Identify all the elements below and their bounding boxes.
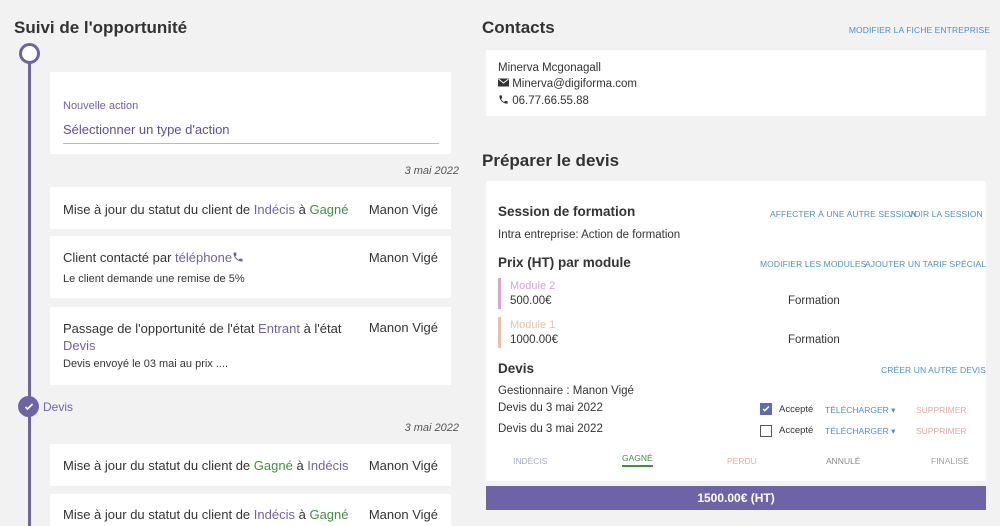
stage-label: Devis [43, 400, 74, 414]
module-color-bar [498, 317, 501, 348]
devis-row-label: Devis du 3 mai 2022 [498, 423, 603, 435]
action-type-select[interactable]: Sélectionner un type d'action [63, 122, 439, 144]
contact-email-row: Minerva@digiforma.com [498, 78, 637, 90]
delete-button[interactable]: SUPPRIMER [916, 426, 967, 436]
contact-phone-row: 06.77.66.55.88 [498, 94, 589, 107]
contact-email[interactable]: Minerva@digiforma.com [512, 78, 637, 90]
check-icon [18, 396, 39, 417]
accepted-checkbox[interactable] [760, 403, 772, 415]
right-panel: Contacts MODIFIER LA FICHE ENTREPRISE Mi… [482, 0, 990, 526]
module-name: Module 1 [510, 319, 556, 331]
create-devis-link[interactable]: CRÉER UN AUTRE DEVIS [881, 365, 986, 375]
devis-heading: Devis [498, 361, 535, 376]
phone-icon [498, 95, 509, 107]
timeline-date: 3 mai 2022 [404, 165, 459, 177]
entry-text: Mise à jour du statut du client de Indéc… [63, 507, 349, 522]
entry-note: Devis envoyé le 03 mai au prix .... [63, 358, 229, 370]
entry-user: Manon Vigé [368, 320, 438, 335]
entry-user: Manon Vigé [368, 458, 438, 473]
session-text: Intra entreprise: Action de formation [498, 229, 681, 241]
status-step-indecis[interactable]: INDÉCIS [513, 456, 547, 466]
delete-button[interactable]: SUPPRIMER [916, 405, 967, 415]
timeline-date: 3 mai 2022 [404, 422, 459, 434]
contact-card: Minerva Mcgonagall Minerva@digiforma.com… [486, 50, 986, 116]
entry-user: Manon Vigé [368, 507, 438, 522]
module-price: 500.00€ [510, 295, 552, 307]
module-type: Formation [788, 334, 840, 346]
download-button[interactable]: TÉLÉCHARGER ▾ [825, 426, 895, 437]
special-price-link[interactable]: AJOUTER UN TARIF SPÉCIAL [865, 259, 986, 269]
entry-note: Le client demande une remise de 5% [63, 273, 245, 285]
devis-card: Session de formation AFFECTER À UNE AUTR… [486, 181, 986, 481]
view-session-link[interactable]: VOIR LA SESSION [908, 209, 983, 219]
total-amount: 1500.00€ (HT) [486, 486, 986, 510]
status-step-gagne[interactable]: GAGNÉ [622, 453, 653, 467]
entry-text: Client contacté par téléphone [63, 250, 244, 265]
session-heading: Session de formation [498, 204, 636, 219]
module-name: Module 2 [510, 280, 556, 292]
timeline-entry: Mise à jour du statut du client de Gagné… [50, 444, 451, 486]
edit-modules-link[interactable]: MODIFIER LES MODULES [760, 259, 866, 269]
entry-user: Manon Vigé [368, 250, 438, 265]
download-button[interactable]: TÉLÉCHARGER ▾ [825, 405, 895, 416]
timeline-entry: Client contacté par téléphone Manon Vigé… [50, 236, 451, 298]
status-step-annule[interactable]: ANNULÉ [826, 456, 860, 466]
contacts-title: Contacts [482, 18, 555, 37]
accepted-checkbox[interactable] [760, 425, 772, 437]
devis-row-label: Devis du 3 mai 2022 [498, 402, 603, 414]
module-type: Formation [788, 295, 840, 307]
entry-text: Mise à jour du statut du client de Gagné… [63, 458, 349, 473]
caret-down-icon: ▾ [891, 426, 896, 436]
status-step-finalise[interactable]: FINALISÉ [931, 456, 969, 466]
caret-down-icon: ▾ [891, 405, 896, 415]
timeline-start-circle-icon [19, 43, 40, 64]
entry-text: Mise à jour du statut du client de Indéc… [63, 202, 349, 217]
opportunity-timeline-panel: Suivi de l'opportunité Nouvelle action S… [0, 0, 470, 526]
edit-company-link[interactable]: MODIFIER LA FICHE ENTREPRISE [849, 25, 990, 35]
devis-manager: Gestionnaire : Manon Vigé [498, 385, 634, 397]
module-color-bar [498, 278, 501, 309]
timeline-title: Suivi de l'opportunité [14, 18, 188, 37]
accepted-label: Accepté [779, 425, 814, 436]
contact-phone[interactable]: 06.77.66.55.88 [512, 95, 589, 107]
price-heading: Prix (HT) par module [498, 255, 631, 270]
timeline-entry: Mise à jour du statut du client de Indéc… [50, 494, 451, 526]
timeline-line [28, 62, 31, 526]
timeline-entry: Passage de l'opportunité de l'état Entra… [50, 307, 451, 385]
new-action-card: Nouvelle action Sélectionner un type d'a… [50, 72, 451, 154]
assign-session-link[interactable]: AFFECTER À UNE AUTRE SESSION [770, 209, 917, 219]
phone-icon [232, 250, 244, 265]
timeline-entry: Mise à jour du statut du client de Indéc… [50, 187, 451, 229]
new-action-label: Nouvelle action [63, 100, 139, 112]
accepted-label: Accepté [779, 404, 814, 415]
status-step-perdu[interactable]: PERDU [727, 456, 757, 466]
entry-user: Manon Vigé [368, 202, 438, 217]
devis-title: Préparer le devis [482, 151, 620, 170]
entry-text: Passage de l'opportunité de l'état Entra… [63, 321, 342, 353]
envelope-icon [498, 78, 509, 90]
module-price: 1000.00€ [510, 334, 558, 346]
contact-name: Minerva Mcgonagall [498, 62, 601, 74]
